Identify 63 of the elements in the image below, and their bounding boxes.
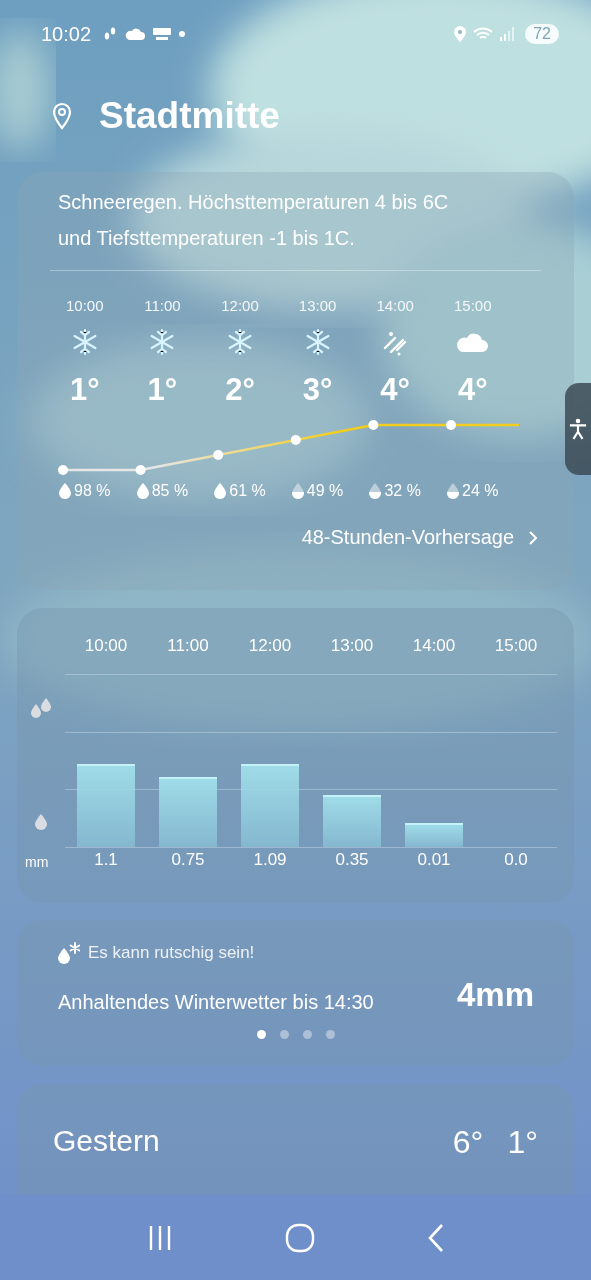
hour-time: 12:00 bbox=[247, 636, 293, 656]
48-hour-forecast-link[interactable]: 48-Stunden-Vorhersage bbox=[301, 526, 538, 549]
precipitation-chance: 85 % bbox=[151, 482, 189, 500]
snow-amount: 4mm bbox=[456, 976, 534, 1014]
alert-message: Anhaltendes Winterwetter bis 14:30 bbox=[58, 989, 374, 1014]
precipitation-amount: 0.75 bbox=[170, 850, 206, 870]
location-name: Stadtmitte bbox=[99, 95, 280, 137]
status-time: 10:02 bbox=[41, 22, 92, 46]
precipitation-bar bbox=[323, 795, 381, 847]
hour-time: 10:00 bbox=[66, 297, 104, 314]
hour-time: 11:00 bbox=[144, 297, 181, 314]
home-icon[interactable] bbox=[285, 1222, 316, 1253]
signal-icon bbox=[500, 27, 515, 41]
accessibility-icon bbox=[569, 418, 587, 440]
precipitation-amount: 0.0 bbox=[503, 850, 529, 870]
hour-time: 14:00 bbox=[411, 636, 457, 656]
two-drops-icon bbox=[29, 698, 53, 720]
yesterday-label: Gestern bbox=[53, 1124, 160, 1158]
page-indicator-dot[interactable] bbox=[303, 1030, 312, 1039]
snowflake-icon bbox=[226, 328, 254, 356]
precipitation-amount: 0.01 bbox=[416, 850, 452, 870]
drop-icon bbox=[35, 814, 47, 830]
location-icon bbox=[51, 102, 73, 130]
hour-temperature: 1° bbox=[147, 372, 178, 408]
hour-time: 13:00 bbox=[298, 297, 337, 314]
unit-label: mm bbox=[25, 854, 49, 870]
precipitation-bar bbox=[405, 823, 463, 847]
low-temperature: 1° bbox=[507, 1124, 538, 1161]
hour-time: 13:00 bbox=[329, 636, 375, 656]
precipitation-amount: 1.1 bbox=[93, 850, 119, 870]
high-temperature: 6° bbox=[452, 1124, 484, 1161]
hour-time: 15:00 bbox=[454, 297, 492, 314]
hour-time: 10:00 bbox=[83, 636, 129, 656]
drop-snowflake-icon bbox=[58, 942, 80, 964]
accessibility-button[interactable] bbox=[565, 383, 591, 475]
hour-temperature: 4° bbox=[380, 372, 410, 408]
alert-title: Es kann rutschig sein! bbox=[88, 943, 255, 963]
precipitation-chance: 32 % bbox=[384, 482, 421, 500]
precipitation-chance: 49 % bbox=[306, 482, 344, 500]
location-icon bbox=[454, 26, 467, 42]
hour-temperature: 3° bbox=[302, 372, 333, 408]
hour-time: 15:00 bbox=[493, 636, 539, 656]
cloud-icon bbox=[125, 28, 146, 40]
hour-temperature: 4° bbox=[457, 372, 488, 408]
precipitation-bar bbox=[159, 776, 217, 847]
hour-temperature: 2° bbox=[225, 372, 255, 408]
chevron-right-icon bbox=[528, 529, 538, 546]
battery-level: 72 bbox=[525, 24, 559, 44]
news-icon bbox=[152, 27, 173, 41]
page-indicator-dot[interactable] bbox=[326, 1030, 335, 1039]
hour-time: 14:00 bbox=[376, 297, 414, 314]
hour-time: 11:00 bbox=[166, 636, 210, 656]
page-indicator-dot[interactable] bbox=[257, 1030, 266, 1039]
precipitation-amount: 1.09 bbox=[252, 850, 288, 870]
page-indicator-dot[interactable] bbox=[280, 1030, 289, 1039]
precipitation-chance: 24 % bbox=[462, 482, 499, 500]
hour-temperature: 1° bbox=[69, 372, 100, 408]
forecast-summary: Schneeregen. Höchsttemperaturen 4 bis 6C und Tiefsttemperaturen -1 bis 1C. bbox=[57, 190, 450, 251]
precipitation-chance: 98 % bbox=[74, 482, 111, 500]
precipitation-amount: 0.35 bbox=[334, 850, 370, 870]
precipitation-chance: 61 % bbox=[229, 482, 266, 500]
dot-icon bbox=[179, 31, 186, 37]
hour-time: 12:00 bbox=[221, 297, 259, 314]
